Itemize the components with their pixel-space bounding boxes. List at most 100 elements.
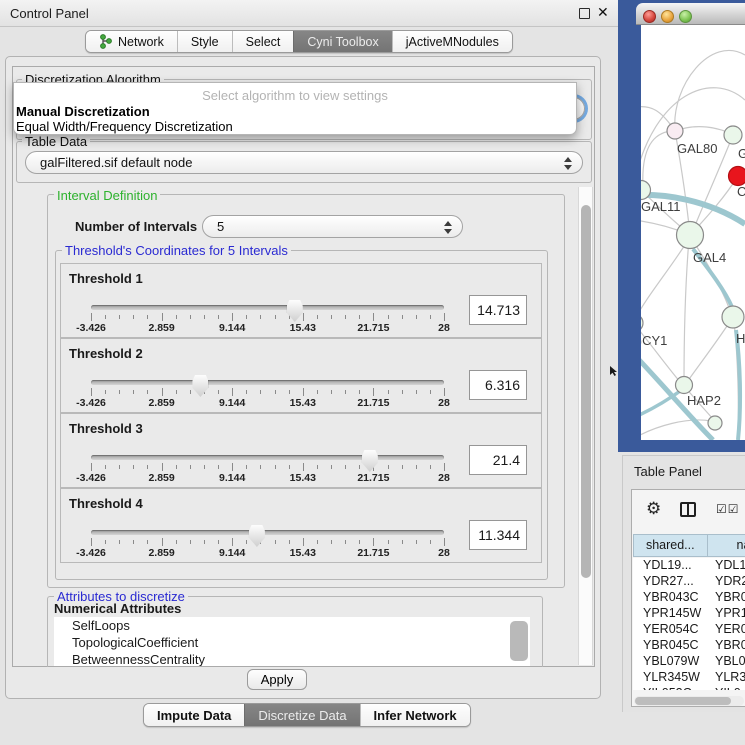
label-gal4: GAL4 bbox=[693, 250, 726, 265]
select-columns-checkboxes-icon[interactable]: ☑☑ bbox=[716, 502, 740, 516]
table-horizontal-scrollbar[interactable] bbox=[634, 696, 744, 706]
num-intervals-combobox[interactable]: 5 bbox=[202, 215, 463, 238]
table-panel: Table Panel ⚙ ☑☑ shared... na YDL19...YD… bbox=[622, 455, 745, 712]
screen: Control Panel ✕ Network Style Select Cyn… bbox=[0, 0, 745, 745]
node-hap2 bbox=[676, 377, 693, 394]
float-window-icon[interactable] bbox=[579, 8, 590, 19]
threshold-1-value-field[interactable]: 14.713 bbox=[469, 295, 527, 325]
slider-track[interactable] bbox=[91, 530, 444, 535]
attribute-list-item[interactable]: SelfLoops bbox=[54, 617, 530, 634]
table-row[interactable]: YIL052CYIL0 bbox=[633, 686, 745, 690]
table-data-value: galFiltered.sif default node bbox=[40, 155, 192, 170]
table-row[interactable]: YBR043CYBR0 bbox=[633, 590, 745, 606]
label-hap2: HAP2 bbox=[687, 393, 721, 408]
settings-vertical-scrollbar[interactable] bbox=[578, 187, 593, 665]
tab-impute-data[interactable]: Impute Data bbox=[144, 704, 244, 726]
network-nodes bbox=[641, 123, 745, 430]
dropdown-option-equal-width[interactable]: Equal Width/Frequency Discretization bbox=[16, 119, 233, 134]
tab-jactivemnodules[interactable]: jActiveMNodules bbox=[392, 31, 512, 52]
tab-select[interactable]: Select bbox=[232, 31, 294, 52]
num-intervals-label: Number of Intervals bbox=[75, 219, 197, 234]
tab-network[interactable]: Network bbox=[86, 31, 177, 52]
table-row[interactable]: YDR27...YDR2 bbox=[633, 574, 745, 590]
dropdown-placeholder: Select algorithm to view settings bbox=[14, 88, 576, 103]
apply-button[interactable]: Apply bbox=[247, 669, 307, 690]
table-panel-frame: ⚙ ☑☑ shared... na YDL19...YDL1YDR27...YD… bbox=[631, 489, 745, 707]
interval-definition-title: Interval Definition bbox=[54, 188, 160, 203]
dropdown-option-manual[interactable]: Manual Discretization bbox=[16, 104, 150, 119]
slider-track[interactable] bbox=[91, 305, 444, 310]
settings-scrollbar-thumb[interactable] bbox=[581, 205, 591, 578]
table-row[interactable]: YER054CYER0 bbox=[633, 622, 745, 638]
node-selected-red bbox=[729, 167, 745, 186]
table-toolbar: ⚙ ☑☑ bbox=[632, 490, 745, 530]
control-panel-titlebar: Control Panel ✕ bbox=[0, 0, 618, 27]
table-row[interactable]: YBR045CYBR0 bbox=[633, 638, 745, 654]
top-tab-strip: Network Style Select Cyni Toolbox jActiv… bbox=[85, 30, 513, 53]
combo-arrows-icon bbox=[443, 221, 452, 234]
numerical-attributes-label: Numerical Attributes bbox=[54, 601, 181, 616]
panel-title: Control Panel bbox=[10, 6, 89, 21]
threshold-2-slider[interactable]: -3.4262.8599.14415.4321.71528 bbox=[91, 339, 444, 414]
num-intervals-value: 5 bbox=[217, 219, 224, 234]
node-partial-bottom bbox=[708, 416, 722, 430]
threshold-4-panel: Threshold 4 -3.4262.8599.14415.4321.7152… bbox=[60, 488, 542, 563]
threshold-1-slider[interactable]: -3.4262.8599.14415.4321.71528 bbox=[91, 264, 444, 339]
column-header-shared-name[interactable]: shared... bbox=[633, 534, 708, 557]
table-rows[interactable]: YDL19...YDL1YDR27...YDR2YBR043CYBR0YPR14… bbox=[633, 558, 745, 690]
node-gcy1 bbox=[641, 314, 643, 332]
threshold-3-panel: Threshold 3 -3.4262.8599.14415.4321.7152… bbox=[60, 413, 542, 488]
threshold-2-panel: Threshold 2 -3.4262.8599.14415.4321.7152… bbox=[60, 338, 542, 413]
label-partial-top-right: GA bbox=[738, 146, 745, 161]
attribute-list-item[interactable]: TopologicalCoefficient bbox=[54, 634, 530, 651]
label-gcy1: GCY1 bbox=[641, 333, 667, 348]
slider-tick-labels: -3.4262.8599.14415.4321.71528 bbox=[91, 472, 444, 484]
table-row[interactable]: YLR345WYLR3 bbox=[633, 670, 745, 686]
mouse-cursor bbox=[610, 365, 618, 380]
close-icon[interactable]: ✕ bbox=[597, 4, 609, 21]
tab-infer-network[interactable]: Infer Network bbox=[360, 704, 470, 726]
combo-arrows-icon bbox=[563, 157, 572, 170]
slider-tick-labels: -3.4262.8599.14415.4321.71528 bbox=[91, 322, 444, 334]
tab-style[interactable]: Style bbox=[177, 31, 232, 52]
slider-ticks bbox=[91, 463, 444, 472]
table-data-group-title: Table Data bbox=[22, 134, 90, 149]
table-data-combobox[interactable]: galFiltered.sif default node bbox=[25, 151, 583, 174]
slider-tick-labels: -3.4262.8599.14415.4321.71528 bbox=[91, 547, 444, 559]
numerical-attributes-list[interactable]: SelfLoopsTopologicalCoefficientBetweenne… bbox=[54, 617, 530, 666]
table-row[interactable]: YDL19...YDL1 bbox=[633, 558, 745, 574]
slider-track[interactable] bbox=[91, 455, 444, 460]
table-row[interactable]: YBL079WYBL0 bbox=[633, 654, 745, 670]
threshold-2-value-field[interactable]: 6.316 bbox=[469, 370, 527, 400]
table-header-row: shared... na bbox=[633, 534, 745, 557]
network-icon bbox=[99, 34, 112, 49]
table-row[interactable]: YPR145WYPR1 bbox=[633, 606, 745, 622]
list-scrollbar-thumb[interactable] bbox=[510, 621, 528, 661]
node-gal80 bbox=[667, 123, 683, 139]
label-partial-mid-right: H bbox=[736, 331, 745, 346]
label-gal80: GAL80 bbox=[677, 141, 717, 156]
table-hscrollbar-thumb[interactable] bbox=[635, 697, 731, 705]
window-minimize-icon[interactable] bbox=[661, 10, 674, 23]
tab-network-label: Network bbox=[118, 35, 164, 49]
window-close-icon[interactable] bbox=[643, 10, 656, 23]
slider-ticks bbox=[91, 313, 444, 322]
tab-discretize-data[interactable]: Discretize Data bbox=[244, 704, 359, 726]
attribute-list-item[interactable]: BetweennessCentrality bbox=[54, 651, 530, 666]
gear-icon[interactable]: ⚙ bbox=[646, 499, 661, 519]
threshold-3-value-field[interactable]: 21.4 bbox=[469, 445, 527, 475]
network-window-titlebar[interactable] bbox=[636, 3, 745, 25]
threshold-4-value-field[interactable]: 11.344 bbox=[469, 520, 527, 550]
column-header-name[interactable]: na bbox=[708, 534, 745, 557]
threshold-4-slider[interactable]: -3.4262.8599.14415.4321.71528 bbox=[91, 489, 444, 564]
columns-icon[interactable] bbox=[680, 502, 696, 517]
table-panel-title: Table Panel bbox=[634, 464, 702, 479]
tab-cyni-toolbox[interactable]: Cyni Toolbox bbox=[293, 31, 391, 52]
network-view-canvas[interactable]: GAL80 GA C GAL11 GAL4 GCY1 H HAP2 bbox=[641, 25, 745, 440]
slider-track[interactable] bbox=[91, 380, 444, 385]
slider-ticks bbox=[91, 388, 444, 397]
threshold-1-panel: Threshold 1 -3.4262.8599.14415.4321.7152… bbox=[60, 263, 542, 338]
slider-tick-labels: -3.4262.8599.14415.4321.71528 bbox=[91, 397, 444, 409]
window-zoom-icon[interactable] bbox=[679, 10, 692, 23]
threshold-3-slider[interactable]: -3.4262.8599.14415.4321.71528 bbox=[91, 414, 444, 489]
